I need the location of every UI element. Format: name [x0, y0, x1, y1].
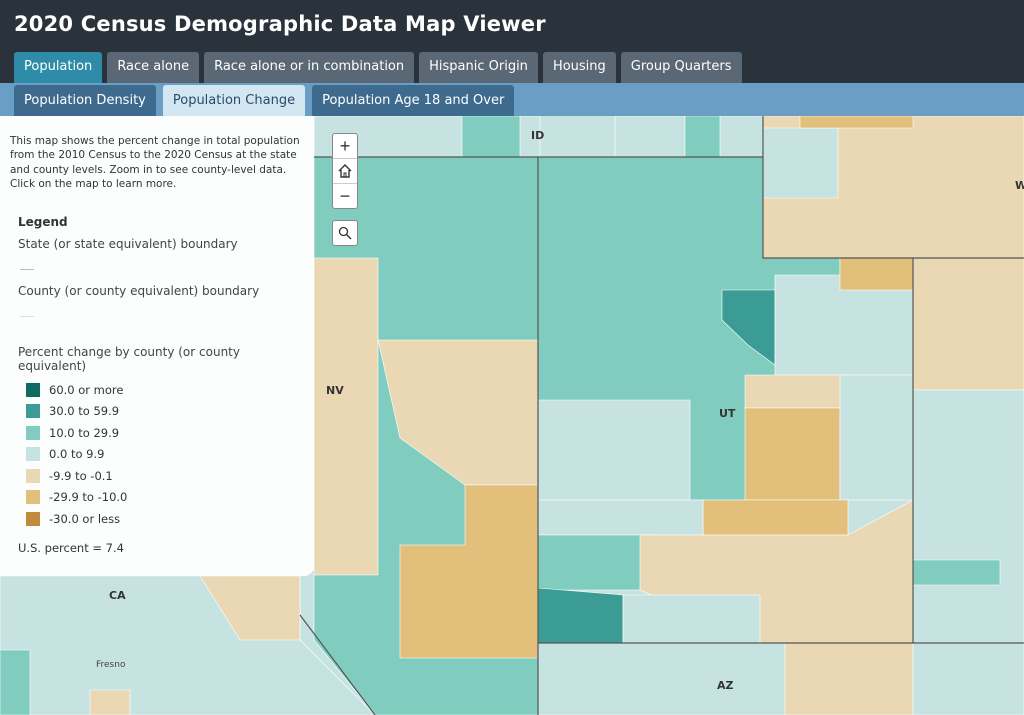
zoom-out-button[interactable]: − — [333, 184, 357, 208]
state-label-id: ID — [531, 129, 545, 142]
zoom-in-icon: + — [339, 136, 351, 156]
us-percent: U.S. percent = 7.4 — [18, 540, 124, 555]
legend-state-boundary-label: State (or state equivalent) boundary — [18, 237, 238, 252]
home-icon — [338, 164, 352, 178]
info-panel: This map shows the percent change in tot… — [0, 116, 314, 576]
legend-swatch — [26, 511, 40, 526]
legend-swatch — [26, 447, 40, 462]
legend-class-item: 30.0 to 59.9 — [18, 401, 304, 423]
tab-population-age-18[interactable]: Population Age 18 and Over — [312, 85, 515, 116]
legend-class-item: 0.0 to 9.9 — [18, 444, 304, 466]
legend-swatch — [26, 490, 40, 505]
legend-class-label: -30.0 or less — [49, 511, 121, 526]
tab-population-density[interactable]: Population Density — [14, 85, 156, 116]
legend-class-item: 60.0 or more — [18, 379, 304, 401]
tab-population[interactable]: Population — [14, 52, 103, 83]
legend-class-item: -30.0 or less — [18, 508, 304, 530]
legend-class-item: 10.0 to 29.9 — [18, 422, 304, 444]
secondary-tab-bar: Population Density Population Change Pop… — [0, 83, 1024, 116]
legend-classes-heading: Percent change by county (or county equi… — [18, 345, 240, 374]
legend-county-boundary-symbol — [20, 316, 34, 318]
search-icon — [338, 226, 352, 240]
legend-county-boundary-label: County (or county equivalent) boundary — [18, 284, 260, 299]
legend-swatch — [26, 468, 40, 483]
secondary-tabs: Population Density Population Change Pop… — [14, 85, 515, 116]
tab-race-alone[interactable]: Race alone — [107, 52, 200, 83]
tab-housing[interactable]: Housing — [542, 52, 616, 83]
state-label-ca: CA — [109, 589, 126, 602]
tab-hispanic-origin[interactable]: Hispanic Origin — [419, 52, 538, 83]
legend: Legend State (or state equivalent) bound… — [18, 215, 304, 555]
zoom-in-button[interactable]: + — [333, 134, 357, 159]
tab-race-combination[interactable]: Race alone or in combination — [204, 52, 415, 83]
legend-state-boundary-symbol — [20, 269, 34, 271]
zoom-controls: + − — [332, 133, 358, 209]
state-label-w: W — [1015, 179, 1024, 192]
legend-class-label: -9.9 to -0.1 — [49, 468, 113, 483]
legend-class-label: 0.0 to 9.9 — [49, 447, 105, 462]
state-label-ut: UT — [719, 407, 736, 420]
legend-class-item: -29.9 to -10.0 — [18, 487, 304, 509]
state-label-az: AZ — [717, 679, 734, 692]
primary-tabs: Population Race alone Race alone or in c… — [14, 52, 742, 83]
tab-population-change[interactable]: Population Change — [162, 85, 306, 116]
legend-class-label: 10.0 to 29.9 — [49, 425, 120, 440]
legend-swatch — [26, 404, 40, 419]
legend-class-label: -29.9 to -10.0 — [49, 490, 128, 505]
tab-group-quarters[interactable]: Group Quarters — [620, 52, 742, 83]
legend-swatch — [26, 425, 40, 440]
state-label-nv: NV — [326, 384, 344, 397]
legend-classes: 60.0 or more 30.0 to 59.9 10.0 to 29.9 0.0 … — [18, 379, 304, 530]
legend-class-label: 60.0 or more — [49, 382, 124, 397]
legend-class-item: -9.9 to -0.1 — [18, 465, 304, 487]
legend-class-label: 30.0 to 59.9 — [49, 404, 120, 419]
search-button[interactable] — [332, 220, 358, 246]
app-header: 2020 Census Demographic Data Map Viewer … — [0, 0, 1024, 83]
home-button[interactable] — [333, 159, 357, 184]
map-description: This map shows the percent change in tot… — [10, 135, 300, 190]
city-label-fresno: Fresno — [96, 660, 126, 670]
app-title: 2020 Census Demographic Data Map Viewer — [14, 12, 546, 36]
zoom-out-icon: − — [339, 186, 351, 206]
legend-swatch — [26, 382, 40, 397]
legend-title: Legend — [18, 215, 68, 230]
